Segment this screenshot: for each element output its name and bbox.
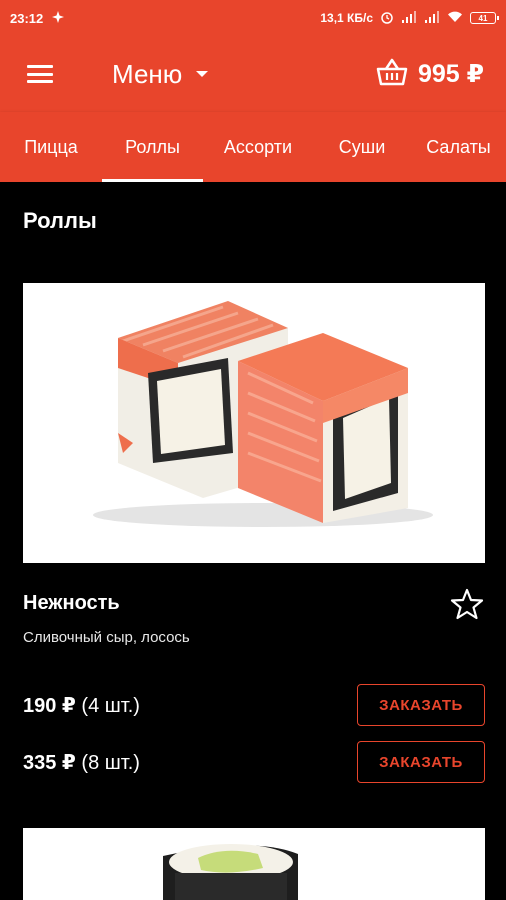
tab-label: Салаты xyxy=(426,136,491,157)
price-option-row: 190 ₽ (4 шт.) ЗАКАЗАТЬ xyxy=(23,684,485,726)
tab-pizza[interactable]: Пицца xyxy=(0,112,102,182)
star-icon xyxy=(450,588,484,620)
price-option: 190 ₽ (4 шт.) xyxy=(23,693,140,718)
app-bar: Меню 995 ₽ xyxy=(0,36,506,112)
chevron-down-icon xyxy=(196,71,209,77)
tab-label: Суши xyxy=(338,136,386,157)
price-option: 335 ₽ (8 шт.) xyxy=(23,750,140,775)
price-qty: (8 шт.) xyxy=(81,751,140,774)
order-button[interactable]: ЗАКАЗАТЬ xyxy=(357,741,485,783)
price-value: 190 ₽ xyxy=(23,694,76,717)
tab-label: Ассорти xyxy=(223,136,293,157)
status-bar: 23:12 13,1 КБ/с 41 xyxy=(0,0,506,36)
cart-button[interactable]: 995 ₽ xyxy=(376,58,506,91)
tab-salads[interactable]: Салаты xyxy=(411,112,506,182)
favorite-button[interactable] xyxy=(449,586,485,622)
app-title: Меню xyxy=(112,58,183,89)
signal-icon xyxy=(401,10,417,26)
wifi-icon xyxy=(447,11,463,26)
menu-dropdown[interactable]: Меню xyxy=(112,58,209,90)
app-notification-icon xyxy=(51,10,65,27)
basket-icon xyxy=(376,58,408,91)
signal-2-icon xyxy=(424,10,440,26)
alarm-icon xyxy=(380,10,394,27)
status-time: 23:12 xyxy=(10,10,44,26)
product-name: Нежность xyxy=(23,592,120,614)
category-tabs: Пицца Роллы Ассорти Суши Салаты xyxy=(0,112,506,182)
tab-label: Роллы xyxy=(125,136,180,157)
price-option-row: 335 ₽ (8 шт.) ЗАКАЗАТЬ xyxy=(23,741,485,783)
product-description: Сливочный сыр, лосось xyxy=(23,629,190,646)
section-title: Роллы xyxy=(23,208,97,233)
next-product-image[interactable] xyxy=(23,828,485,900)
network-speed: 13,1 КБ/с xyxy=(320,11,373,25)
cart-total: 995 ₽ xyxy=(417,60,484,88)
hamburger-icon xyxy=(27,65,53,83)
tab-label: Пицца xyxy=(24,136,78,157)
price-qty: (4 шт.) xyxy=(81,694,140,717)
tab-sushi[interactable]: Суши xyxy=(313,112,411,182)
order-button[interactable]: ЗАКАЗАТЬ xyxy=(357,684,485,726)
price-value: 335 ₽ xyxy=(23,751,76,774)
tab-rolls[interactable]: Роллы xyxy=(102,112,203,182)
battery-level: 41 xyxy=(478,13,488,23)
battery-icon: 41 xyxy=(470,12,499,24)
product-image[interactable] xyxy=(23,283,485,563)
menu-button[interactable] xyxy=(0,36,80,112)
tab-assorted[interactable]: Ассорти xyxy=(203,112,313,182)
